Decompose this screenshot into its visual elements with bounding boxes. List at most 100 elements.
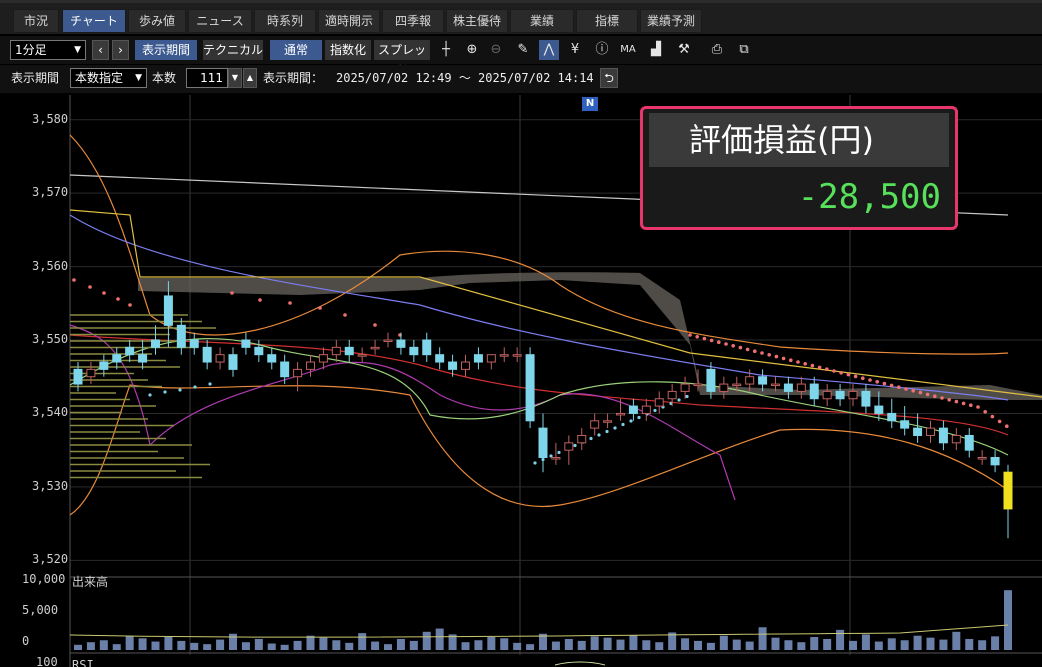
trend-line-icon[interactable]: ⋀: [539, 40, 559, 60]
volume-bar: [732, 639, 741, 650]
volume-bar: [978, 640, 987, 650]
info-icon[interactable]: ⓘ: [592, 40, 612, 60]
tab-7[interactable]: 株主優待: [446, 9, 508, 33]
prev-button[interactable]: ‹: [92, 40, 109, 60]
volume-bar: [836, 629, 845, 650]
sar-dot-red-b42: [990, 414, 995, 419]
candle-body: [473, 354, 483, 363]
volume-bar: [190, 642, 199, 650]
triangle-down-icon: ▼: [231, 73, 239, 82]
candle-body: [771, 383, 780, 387]
sar-dot-red-b41: [983, 410, 987, 414]
popout-icon[interactable]: ⧉: [734, 40, 754, 60]
display-period-button[interactable]: 表示期間: [135, 40, 197, 60]
chevron-left-icon: ‹: [98, 43, 103, 57]
candle-body: [525, 354, 535, 422]
interval-select[interactable]: 1分足 ▼: [10, 40, 86, 60]
sar-dot-blue-13: [637, 415, 641, 420]
volume-bar: [694, 640, 702, 650]
count-input[interactable]: 111: [186, 68, 228, 88]
candle-body: [499, 354, 509, 357]
volume-bar: [371, 641, 380, 650]
sar-dot-blue-a2: [178, 388, 182, 392]
candle-body: [99, 361, 109, 370]
candle-body: [383, 339, 393, 342]
candle-body: [73, 368, 83, 385]
sar-dot-red-b25: [868, 378, 872, 382]
tab-9[interactable]: 指標: [576, 9, 638, 33]
spread-button[interactable]: スプレッド: [374, 40, 430, 77]
candle-body: [306, 361, 315, 370]
tab-2[interactable]: 歩み値: [128, 9, 186, 33]
normal-button[interactable]: 通常: [270, 40, 322, 60]
sar-dot-blue-a4: [208, 382, 212, 386]
sar-dot-blue-8: [597, 433, 601, 437]
tab-8[interactable]: 業績: [510, 9, 574, 33]
volume-bar: [874, 641, 883, 650]
volume-bar: [771, 637, 780, 650]
period-mode-select[interactable]: 本数指定 ▼: [70, 68, 147, 88]
pnl-value: -28,500: [797, 177, 941, 217]
rsi-label: RSI: [72, 658, 94, 667]
sar-dot-blue-12: [629, 419, 633, 423]
pencil-icon[interactable]: ✎: [513, 40, 533, 60]
candle-body: [964, 434, 974, 451]
candle-body: [422, 339, 432, 356]
tab-4[interactable]: 時系列: [254, 9, 316, 33]
volume-bar: [616, 639, 625, 650]
technical-button[interactable]: テクニカル: [203, 40, 263, 60]
volume-axis-label: 出来高: [72, 574, 108, 589]
sar-dot-red-b10: [760, 351, 764, 355]
candle-body: [551, 457, 561, 460]
zoom-in-icon[interactable]: ⊕: [462, 40, 482, 60]
tab-3[interactable]: ニュース: [188, 9, 252, 33]
sar-dot-red-b2: [702, 336, 707, 341]
print-icon[interactable]: ⎙: [707, 40, 727, 60]
period-label: 表示期間: [11, 71, 60, 85]
sar-dot-red-b3: [709, 338, 714, 343]
news-badge[interactable]: N: [582, 97, 598, 111]
sar-dot-blue-0: [533, 461, 537, 465]
sar-dot-red-10: [373, 323, 377, 327]
count-down-button[interactable]: ▼: [228, 68, 242, 88]
candle-body: [887, 412, 897, 422]
volume-bar: [642, 640, 651, 650]
tab-5[interactable]: 適時開示: [318, 9, 380, 33]
volume-bar: [151, 641, 160, 650]
volume-bar: [952, 631, 961, 650]
sar-dot-red-b21: [839, 371, 843, 375]
tab-6[interactable]: 四季報: [382, 9, 444, 33]
tab-10[interactable]: 業績予測: [640, 9, 702, 33]
price-tick: 3,540: [32, 405, 69, 420]
candle-body: [913, 427, 923, 436]
candle-body: [628, 405, 638, 414]
tab-0[interactable]: 市況: [13, 9, 59, 33]
volume-bar: [216, 639, 225, 650]
candle-body: [202, 346, 212, 363]
volume-bar: [254, 638, 263, 650]
zoom-out-icon[interactable]: ⊖: [486, 40, 506, 60]
volume-bar: [849, 640, 857, 650]
candle-body: [951, 434, 961, 444]
rsi-tick: 100: [36, 655, 58, 667]
sar-dot-red-b22: [846, 372, 851, 377]
tab-1[interactable]: チャート: [62, 9, 126, 33]
volume-bar: [267, 643, 276, 650]
crosshair-icon[interactable]: ┼: [436, 40, 456, 60]
moving-average-icon[interactable]: MA: [618, 40, 638, 60]
index-button[interactable]: 指数化: [325, 40, 371, 60]
sar-dot-red-5: [230, 291, 234, 295]
count-up-button[interactable]: ▲: [243, 68, 257, 88]
next-button[interactable]: ›: [112, 40, 129, 60]
volume-bar: [719, 635, 728, 650]
sar-dot-red-b19: [825, 367, 829, 372]
volume-bar: [681, 638, 690, 650]
sar-dot-red-b30: [904, 387, 908, 391]
yen-icon[interactable]: ¥: [565, 40, 585, 60]
volume-bar: [86, 642, 95, 650]
volume-tick: 10,000: [22, 572, 65, 586]
candle-body: [448, 361, 458, 370]
volume-chart-icon[interactable]: ▟: [646, 40, 666, 60]
reset-button[interactable]: ⮌: [600, 68, 618, 88]
settings-wrench-icon[interactable]: ⚒: [674, 40, 694, 60]
